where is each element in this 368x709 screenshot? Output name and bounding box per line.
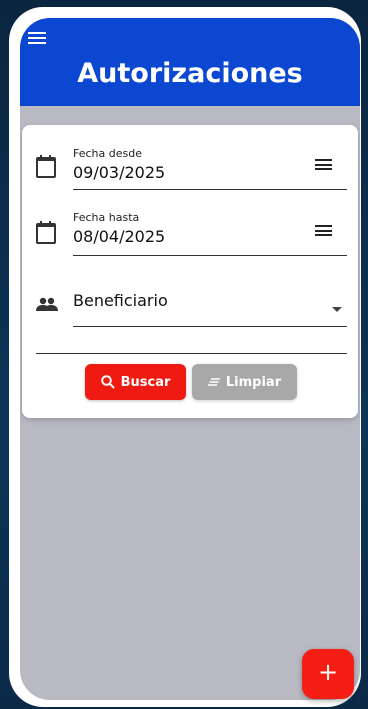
app-bar: Autorizaciones xyxy=(20,18,360,106)
page-title: Autorizaciones xyxy=(77,58,303,89)
fecha-desde-underline xyxy=(73,189,347,190)
people-icon xyxy=(36,296,58,311)
dropdown-arrow-icon[interactable] xyxy=(332,307,342,312)
app-screen: Autorizaciones Fecha desde 09/03/2025 Fe… xyxy=(20,18,360,700)
clear-button-label: Limpiar xyxy=(225,374,282,390)
calendar-icon[interactable] xyxy=(36,155,56,178)
fecha-hasta-label: Fecha hasta xyxy=(73,211,140,224)
search-button[interactable]: Buscar xyxy=(85,364,186,400)
search-icon xyxy=(100,375,115,389)
filter-card: Fecha desde 09/03/2025 Fecha hasta 08/04… xyxy=(22,125,358,418)
plus-icon: + xyxy=(317,658,339,686)
fecha-desde-value[interactable]: 09/03/2025 xyxy=(73,163,165,182)
search-button-label: Buscar xyxy=(120,374,171,390)
fecha-hasta-value[interactable]: 08/04/2025 xyxy=(73,227,165,246)
beneficiario-select[interactable]: Beneficiario xyxy=(73,291,168,310)
menu-icon[interactable] xyxy=(28,32,48,46)
clear-icon xyxy=(207,378,220,386)
clear-button[interactable]: Limpiar xyxy=(192,364,297,400)
fecha-desde-field[interactable]: Fecha desde 09/03/2025 xyxy=(22,125,358,195)
fecha-hasta-underline xyxy=(73,255,347,256)
calendar-icon[interactable] xyxy=(36,221,56,244)
equals-icon[interactable] xyxy=(315,225,332,237)
beneficiario-underline xyxy=(73,326,347,327)
fecha-desde-label: Fecha desde xyxy=(73,147,142,160)
equals-icon[interactable] xyxy=(315,159,332,171)
add-button[interactable]: + xyxy=(302,649,354,699)
divider xyxy=(36,353,347,354)
fecha-hasta-field[interactable]: Fecha hasta 08/04/2025 xyxy=(22,195,358,265)
